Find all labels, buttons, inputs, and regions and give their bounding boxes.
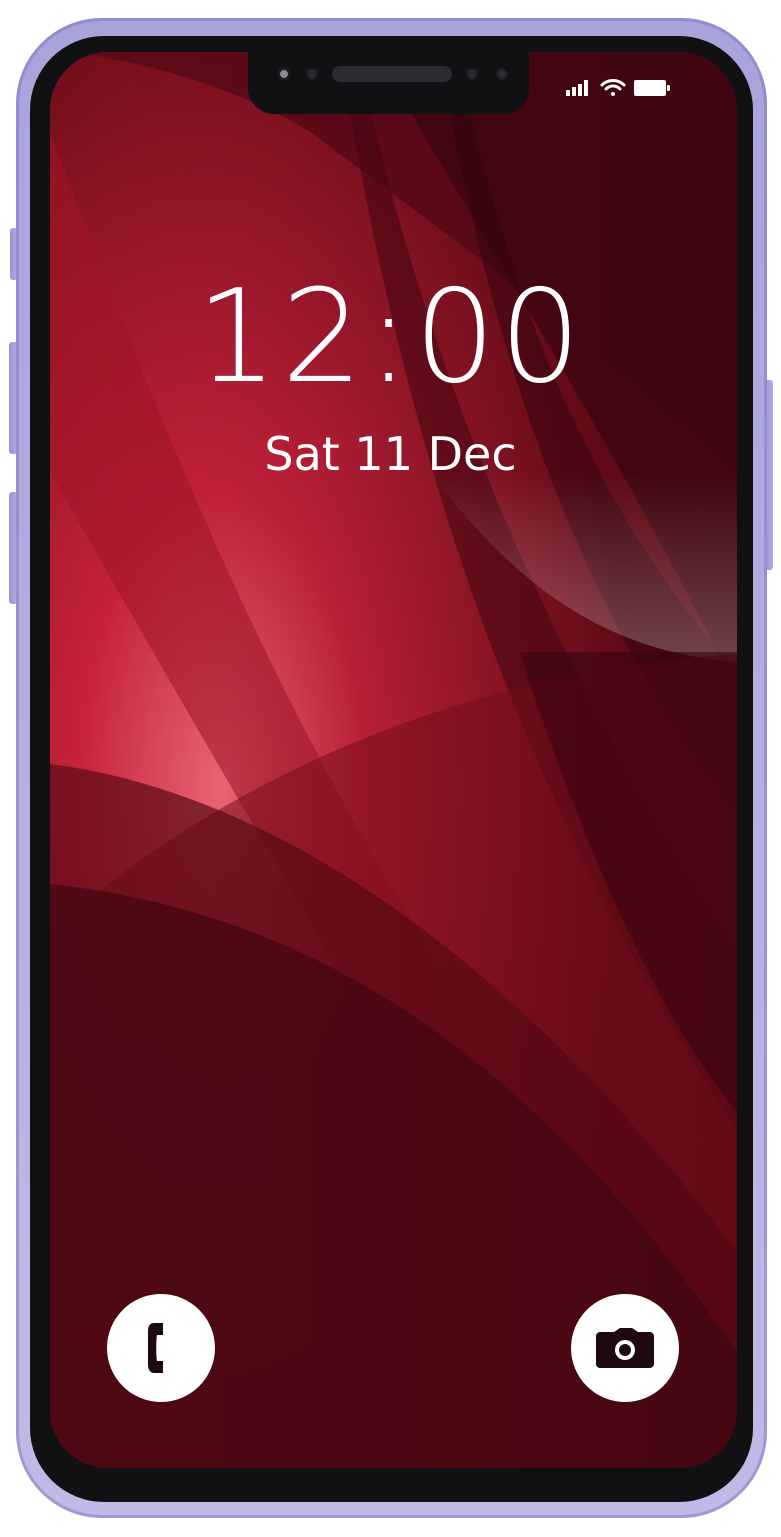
sensor-dot <box>496 68 508 80</box>
sensor-dot <box>306 68 318 80</box>
camera-button[interactable] <box>571 1294 679 1402</box>
wifi-icon <box>600 79 626 96</box>
earpiece-speaker <box>332 66 452 82</box>
status-bar <box>564 76 674 100</box>
sensor-dot <box>466 68 478 80</box>
phone-icon <box>148 1323 163 1373</box>
battery-icon <box>634 80 670 96</box>
front-camera-icon <box>278 68 290 80</box>
lock-screen-date: Sat 11 Dec <box>264 427 517 481</box>
camera-icon <box>596 1328 654 1368</box>
notch <box>248 52 529 114</box>
lock-screen-time: 12:00 <box>196 263 585 412</box>
phone-mockup: 12:00 Sat 11 Dec <box>0 0 781 1537</box>
signal-icon <box>566 80 588 96</box>
phone-button[interactable] <box>107 1294 215 1402</box>
